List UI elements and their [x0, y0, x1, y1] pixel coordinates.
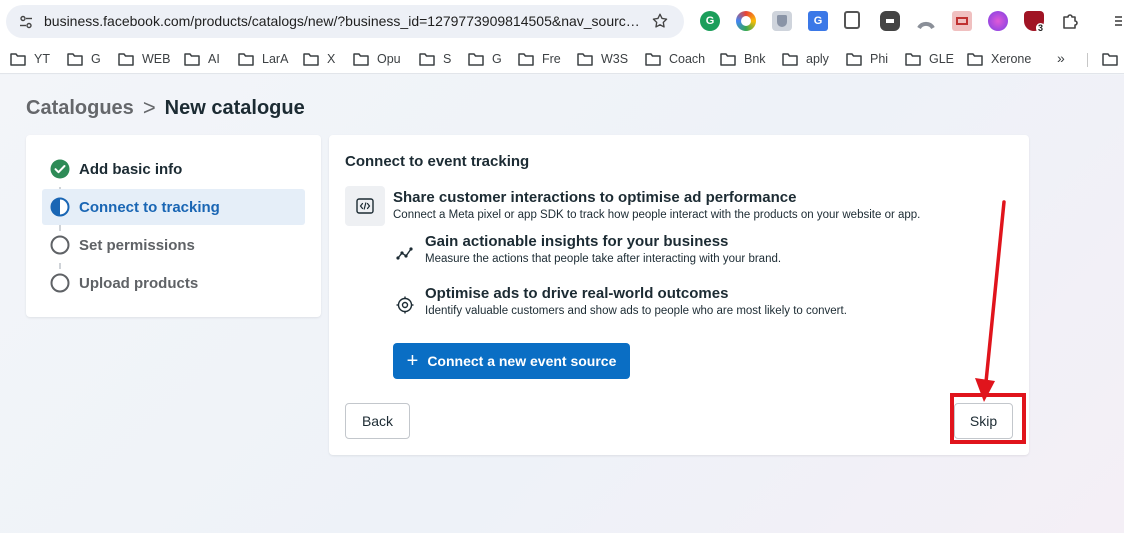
robot-extension-icon[interactable] [880, 11, 900, 31]
bookmark-folder[interactable]: Opu [353, 50, 401, 68]
step-label: Set permissions [79, 236, 195, 254]
skip-button[interactable]: Skip [954, 403, 1013, 439]
plus-icon: + [406, 350, 419, 372]
bookmark-folder[interactable]: Phi [846, 50, 888, 68]
breadcrumb-separator: > [142, 95, 156, 120]
folder-icon [10, 53, 26, 66]
bookmarks-bar: YT G WEB AI LarA X Opu S G Fre W3S Coach… [0, 44, 1124, 74]
color-extension-icon[interactable] [736, 11, 756, 31]
card-title: Connect to event tracking [345, 153, 530, 170]
folder-icon [419, 53, 435, 66]
step-label: Connect to tracking [79, 198, 220, 216]
steps-panel: Add basic info Connect to tracking Set p… [26, 135, 321, 317]
feature-description: Connect a Meta pixel or app SDK to track… [393, 209, 921, 221]
folder-icon [118, 53, 134, 66]
folder-icon [846, 53, 862, 66]
browser-toolbar: business.facebook.com/products/catalogs/… [0, 0, 1124, 44]
breadcrumb-catalogues-link[interactable]: Catalogues [26, 97, 134, 120]
bookmarks-overflow-button[interactable]: » [1057, 50, 1065, 66]
folder-icon [353, 53, 369, 66]
code-icon-tile [345, 186, 385, 226]
bookmarks-divider [1087, 53, 1088, 67]
target-icon [396, 296, 414, 314]
brain-extension-icon[interactable] [988, 11, 1008, 31]
folder-icon [782, 53, 798, 66]
bookmark-folder[interactable]: LarA [238, 50, 288, 68]
extension-with-badge-icon[interactable]: 3 [1024, 11, 1046, 33]
grammarly-extension-icon[interactable]: G [700, 11, 720, 31]
step-add-basic-info[interactable]: Add basic info [42, 151, 305, 187]
bookmark-folder[interactable]: AI [184, 50, 220, 68]
bookmark-folder[interactable]: Fre [518, 50, 561, 68]
arc-extension-icon[interactable] [916, 11, 936, 31]
folder-icon [303, 53, 319, 66]
code-icon [356, 198, 374, 214]
bookmark-folder[interactable]: Bnk [720, 50, 766, 68]
folder-icon [518, 53, 534, 66]
step-set-permissions[interactable]: Set permissions [42, 227, 305, 263]
bookmark-star-icon[interactable] [651, 12, 669, 30]
bookmark-folder[interactable]: WEB [118, 50, 170, 68]
feature-heading: Optimise ads to drive real-world outcome… [425, 285, 729, 302]
connect-event-source-label: Connect a new event source [427, 353, 617, 369]
bookmark-folder[interactable]: X [303, 50, 335, 68]
bookmark-folder[interactable]: S [419, 50, 451, 68]
connect-event-source-button[interactable]: + Connect a new event source [393, 343, 630, 379]
bookmark-folder[interactable]: GLE [905, 50, 954, 68]
back-button[interactable]: Back [345, 403, 410, 439]
folder-icon [967, 53, 983, 66]
browser-menu-icon[interactable] [1112, 12, 1122, 30]
feature-description: Identify valuable customers and show ads… [425, 305, 847, 317]
feature-description: Measure the actions that people take aft… [425, 253, 782, 265]
insights-icon [396, 247, 413, 260]
breadcrumb: Catalogues > New catalogue [26, 95, 305, 120]
step-connect-to-tracking[interactable]: Connect to tracking [42, 189, 305, 225]
feature-heading: Share customer interactions to optimise … [393, 189, 797, 206]
bookmark-folder[interactable]: G [67, 50, 101, 68]
copy-extension-icon[interactable] [844, 11, 860, 29]
page-title: New catalogue [164, 96, 305, 119]
extension-badge: 3 [1036, 23, 1046, 33]
empty-circle-icon [50, 235, 70, 255]
folder-icon [67, 53, 83, 66]
folder-icon [184, 53, 200, 66]
bookmark-folder[interactable]: G [468, 50, 502, 68]
folder-icon [720, 53, 736, 66]
folder-icon [468, 53, 484, 66]
bookmark-folder[interactable]: YT [10, 50, 50, 68]
translate-extension-icon[interactable]: G [808, 11, 828, 31]
feature-heading: Gain actionable insights for your busine… [425, 233, 729, 250]
folder-icon [905, 53, 921, 66]
bookmark-folder[interactable]: Xerone [967, 50, 1031, 68]
folder-icon [577, 53, 593, 66]
bookmark-folder[interactable]: Coach [645, 50, 705, 68]
empty-circle-icon [50, 273, 70, 293]
bookmark-folder[interactable] [1102, 50, 1124, 68]
extensions-puzzle-icon[interactable] [1060, 11, 1080, 31]
shield-extension-icon[interactable] [772, 11, 792, 31]
check-circle-icon [50, 159, 70, 179]
half-circle-progress-icon [50, 197, 70, 217]
site-settings-icon[interactable] [18, 14, 34, 30]
step-label: Add basic info [79, 160, 183, 178]
folder-icon [1102, 53, 1118, 66]
folder-icon [238, 53, 254, 66]
step-upload-products[interactable]: Upload products [42, 265, 305, 301]
folder-icon [645, 53, 661, 66]
address-bar[interactable]: business.facebook.com/products/catalogs/… [6, 5, 684, 38]
screenshot-extension-icon[interactable] [952, 11, 972, 31]
bookmark-folder[interactable]: aply [782, 50, 829, 68]
url-text[interactable]: business.facebook.com/products/catalogs/… [44, 13, 640, 30]
event-tracking-card: Connect to event tracking Share customer… [329, 135, 1029, 455]
bookmark-folder[interactable]: W3S [577, 50, 628, 68]
step-label: Upload products [79, 274, 199, 292]
